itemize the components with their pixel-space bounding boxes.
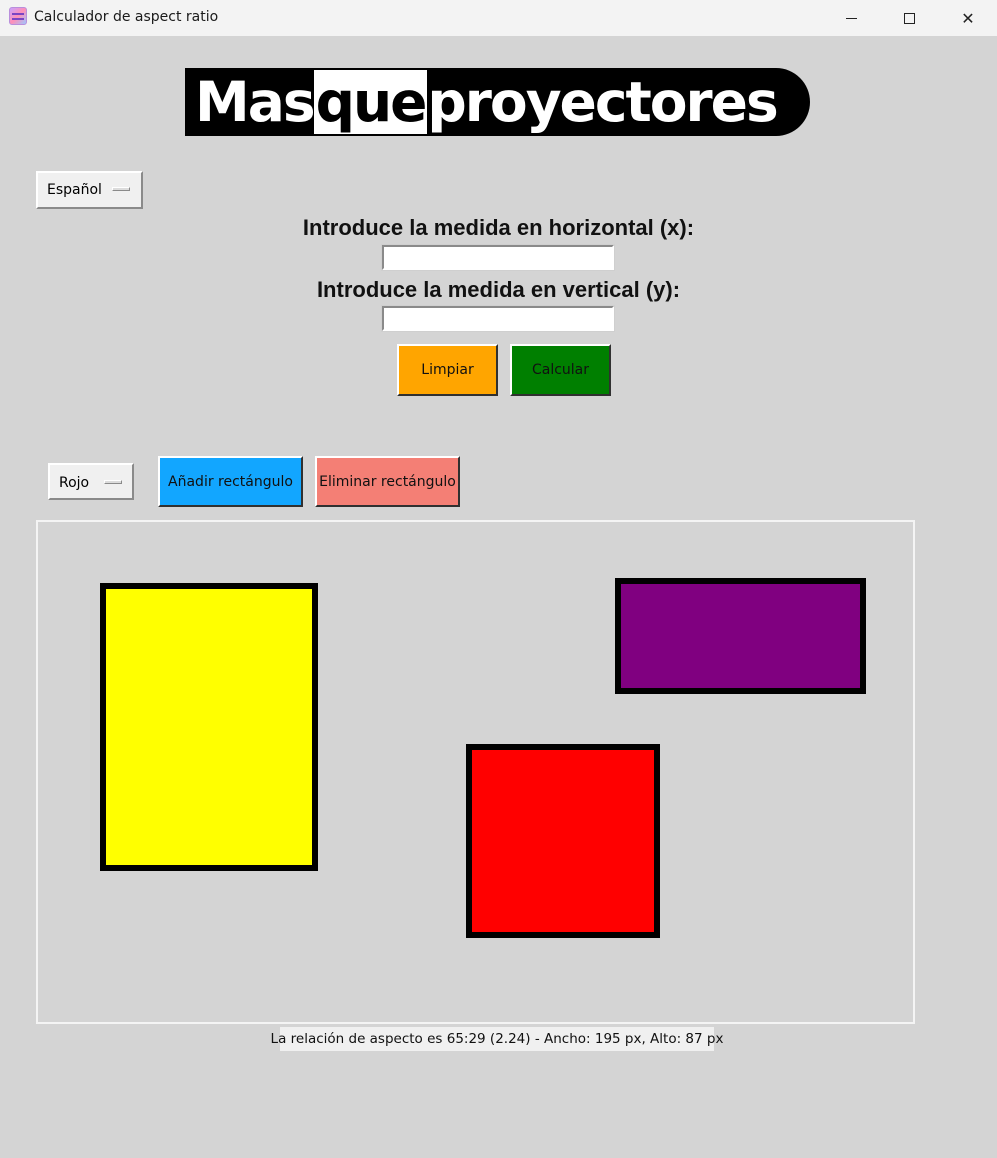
remove-rectangle-button[interactable]: Eliminar rectángulo <box>315 456 460 507</box>
close-icon: ✕ <box>961 8 975 28</box>
red-rectangle[interactable] <box>466 744 660 938</box>
vertical-input[interactable] <box>381 305 615 332</box>
calculate-button[interactable]: Calcular <box>510 344 611 396</box>
logo-part-3: proyectores <box>427 70 778 134</box>
dropdown-indicator-icon <box>104 480 122 484</box>
app-icon <box>9 7 27 25</box>
clear-button[interactable]: Limpiar <box>397 344 498 396</box>
yellow-rectangle[interactable] <box>100 583 318 871</box>
maximize-button[interactable] <box>880 0 938 36</box>
title-bar: Calculador de aspect ratio ✕ <box>0 0 997 36</box>
horizontal-input[interactable] <box>381 244 615 271</box>
drawing-canvas[interactable] <box>36 520 915 1024</box>
logo-part-2: que <box>313 70 428 134</box>
color-select[interactable]: Rojo <box>48 463 134 500</box>
close-button[interactable]: ✕ <box>939 0 997 36</box>
minimize-button[interactable] <box>822 0 880 36</box>
minimize-icon <box>845 17 857 19</box>
horizontal-label: Introduce la medida en horizontal (x): <box>302 215 695 240</box>
add-rectangle-button[interactable]: Añadir rectángulo <box>158 456 303 507</box>
window-title: Calculador de aspect ratio <box>34 9 219 25</box>
logo-text: Masqueproyectores <box>195 70 779 134</box>
dropdown-indicator-icon <box>112 187 130 191</box>
aspect-ratio-result: La relación de aspecto es 65:29 (2.24) -… <box>271 1027 723 1051</box>
vertical-label: Introduce la medida en vertical (y): <box>316 277 681 302</box>
language-select[interactable]: Español <box>36 171 143 209</box>
logo-part-1: Mas <box>195 70 316 134</box>
maximize-icon <box>903 12 915 24</box>
color-select-value: Rojo <box>59 475 90 491</box>
language-select-value: Español <box>47 182 102 198</box>
logo: Masqueproyectores <box>185 68 810 136</box>
purple-rectangle[interactable] <box>615 578 866 694</box>
